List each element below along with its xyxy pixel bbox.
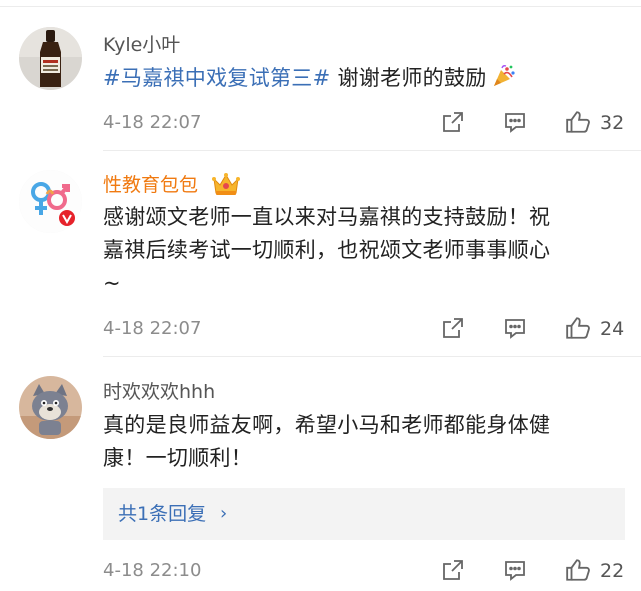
view-replies-button[interactable]: 共1条回复 › [103,488,625,540]
comment-divider [103,356,641,357]
share-icon[interactable] [441,110,465,134]
like-count: 32 [600,112,625,134]
username[interactable]: 性教育包包 [103,173,198,197]
comment-icon[interactable] [503,110,527,134]
comment-line: ~ [103,271,121,295]
comment-time: 4-18 22:10 [103,560,202,581]
comment-line: 真的是良师益友啊，希望小马和老师都能身体健 [103,413,551,437]
comment-text: 真的是良师益友啊，希望小马和老师都能身体健 康！一切顺利！ [103,409,623,475]
replies-count-label: 共1条回复 [118,503,207,525]
comment-divider [103,150,641,151]
comment-body: 谢谢老师的鼓励 [337,66,487,90]
comment-time: 4-18 22:07 [103,318,202,339]
comment-time: 4-18 22:07 [103,112,202,133]
thumbs-up-icon[interactable] [565,557,590,581]
avatar[interactable] [19,376,82,439]
crown-badge-icon [211,171,241,197]
share-icon[interactable] [441,316,465,340]
username[interactable]: 时欢欢欢hhh [103,380,215,404]
party-popper-icon [491,64,517,88]
topic-hashtag-link[interactable]: #马嘉祺中戏复试第三# [103,66,331,90]
top-divider [0,6,641,7]
comment-line: 康！一切顺利！ [103,446,253,470]
chevron-right-icon: › [220,503,228,524]
comment-line: 感谢颂文老师一直以来对马嘉祺的支持鼓励！祝 [103,205,551,229]
like-count: 24 [600,318,625,340]
avatar[interactable] [19,27,82,90]
comment-text: #马嘉祺中戏复试第三# 谢谢老师的鼓励 [103,62,623,95]
comment-text: 感谢颂文老师一直以来对马嘉祺的支持鼓励！祝 嘉祺后续考试一切顺利，也祝颂文老师事… [103,201,623,300]
avatar[interactable] [19,170,82,233]
thumbs-up-icon[interactable] [565,109,590,133]
share-icon[interactable] [441,558,465,582]
comment-icon[interactable] [503,316,527,340]
like-count: 22 [600,560,625,582]
username[interactable]: Kyle小叶 [103,33,180,57]
comment-icon[interactable] [503,558,527,582]
thumbs-up-icon[interactable] [565,315,590,339]
comment-line: 嘉祺后续考试一切顺利，也祝颂文老师事事顺心 [103,238,551,262]
